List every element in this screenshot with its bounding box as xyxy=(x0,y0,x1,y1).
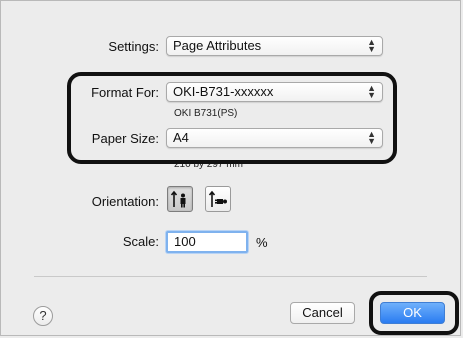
page-setup-dialog: Settings: Page Attributes ▲ ▼ Format For:… xyxy=(0,0,461,336)
updown-chevron-icon: ▲ ▼ xyxy=(367,37,376,54)
scale-label: Scale: xyxy=(122,234,159,249)
settings-value: Page Attributes xyxy=(173,38,262,53)
scale-unit: % xyxy=(256,235,268,250)
settings-label: Settings: xyxy=(108,39,159,54)
paper-size-label: Paper Size: xyxy=(91,131,159,146)
paper-size-value: A4 xyxy=(173,130,189,145)
settings-popup[interactable]: Page Attributes ▲ ▼ xyxy=(166,36,383,56)
landscape-orientation-button[interactable] xyxy=(205,186,231,212)
paper-size-popup[interactable]: A4 ▲ ▼ xyxy=(166,128,383,148)
format-for-label: Format For: xyxy=(91,85,159,100)
cancel-button[interactable]: Cancel xyxy=(290,302,355,324)
updown-chevron-icon: ▲ ▼ xyxy=(367,83,376,100)
divider xyxy=(34,276,427,277)
scale-input[interactable]: 100 xyxy=(166,231,248,253)
updown-chevron-icon: ▲ ▼ xyxy=(367,129,376,146)
portrait-orientation-button[interactable] xyxy=(167,186,193,212)
landscape-orientation-icon xyxy=(208,190,227,207)
ok-button[interactable]: OK xyxy=(380,302,445,324)
format-for-value: OKI-B731-xxxxxx xyxy=(173,84,274,99)
printer-model-text: OKI B731(PS) xyxy=(174,108,238,119)
help-button[interactable]: ? xyxy=(33,306,53,326)
portrait-orientation-icon xyxy=(170,190,186,208)
orientation-label: Orientation: xyxy=(91,194,159,209)
format-for-popup[interactable]: OKI-B731-xxxxxx ▲ ▼ xyxy=(166,82,383,102)
